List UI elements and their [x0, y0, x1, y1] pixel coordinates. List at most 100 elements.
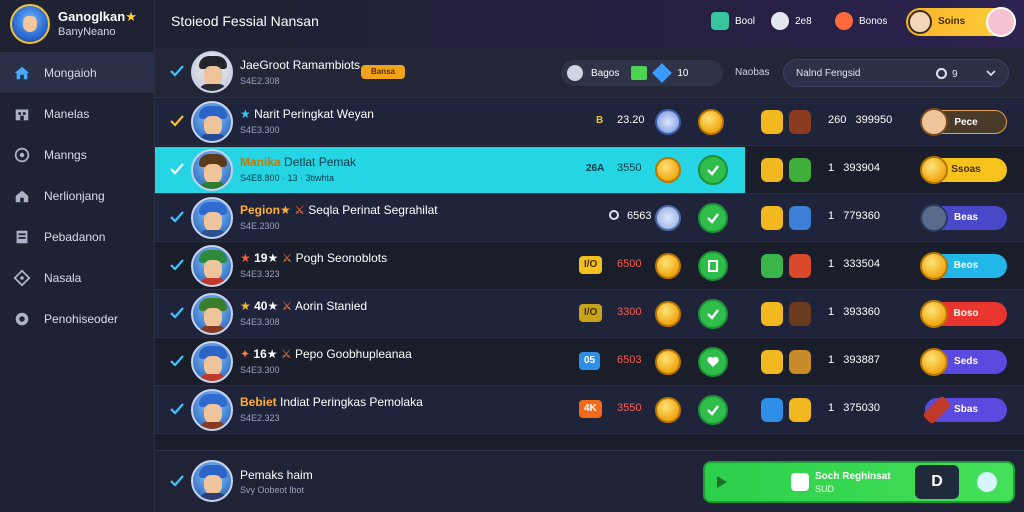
avatar[interactable] [191, 245, 233, 287]
sidebar-item-settings[interactable]: Penohiseoder [0, 298, 155, 339]
cta-action-button[interactable]: D [915, 465, 959, 499]
header-stat-bonus[interactable]: Bonos [835, 12, 887, 30]
checkmark-icon[interactable] [169, 113, 185, 129]
silver-coin-icon [655, 205, 681, 231]
player-sub: S4E3.308 [240, 317, 280, 327]
potion-icon [761, 110, 783, 134]
avatar[interactable] [191, 341, 233, 383]
coin-balance-pill[interactable]: Soins [906, 7, 1016, 37]
table-row[interactable]: ★ Narit Peringkat Weyan S4E3.300 B 23.20… [155, 98, 1024, 146]
play-icon [717, 476, 727, 488]
status-badge: Bansa [361, 65, 405, 79]
player-sub: S4E3.300 [240, 125, 280, 135]
bottom-player-bar: Pemaks haim Svy Oobeot lbot Soch Reghins… [155, 450, 1024, 512]
search-chip[interactable]: Bagos 10 [561, 60, 723, 86]
checkmark-icon[interactable] [169, 209, 185, 225]
coin-icon[interactable] [698, 109, 724, 135]
leaderboard-top-row: JaeGroot Ramambiots S4E2.308 Bansa Bagos… [155, 48, 1024, 98]
player-sub: S4E.2300 [240, 221, 280, 231]
sidebar-item-diamond[interactable]: Nasala [0, 257, 155, 298]
confirm-button[interactable] [698, 203, 728, 233]
coin-icon [920, 156, 948, 184]
avatar[interactable] [191, 460, 233, 502]
confirm-button[interactable] [698, 395, 728, 425]
coin-icon [655, 157, 681, 183]
checkmark-icon[interactable] [169, 353, 185, 369]
header: Stoieod Fessial Nansan Bool 2e8 Bonos So… [155, 0, 1024, 48]
filter-dropdown[interactable]: Nalnd Fengsid 9 [783, 59, 1009, 87]
player-name: Pegion★ ⚔ Seqla Perinat Segrahilat [240, 203, 438, 217]
player-avatar-icon [908, 10, 932, 34]
document-icon [12, 227, 32, 247]
profile-avatar[interactable] [986, 7, 1016, 37]
player-sub: S4E8.800 · 13 · 3tiwhta [240, 173, 335, 183]
sidebar-item-target[interactable]: Manngs [0, 134, 155, 175]
score: 3550 [617, 402, 642, 414]
house-icon [12, 186, 32, 206]
player-name: ★ 19★ ⚔ Pogh Seonoblots [240, 251, 388, 265]
info-icon[interactable] [977, 472, 997, 492]
checkmark-icon[interactable] [169, 161, 185, 177]
points: 1 393904 [828, 162, 881, 174]
player-name: ★ 40★ ⚔ Aorin Stanied [240, 299, 368, 313]
table-row[interactable]: ✦ 16★ ⚔ Pepo Goobhupleanaa S4E3.300 05 6… [155, 338, 1024, 386]
avatar[interactable] [191, 101, 233, 143]
coin-icon [655, 301, 681, 327]
potion-icon [761, 158, 783, 182]
page-title: Stoieod Fessial Nansan [171, 13, 319, 29]
game-logo-icon [10, 4, 50, 44]
table-row[interactable]: ★ 40★ ⚔ Aorin Stanied S4E3.308 I/O 3300 … [155, 290, 1024, 338]
sidebar-item-house[interactable]: Nerlionjang [0, 175, 155, 216]
sidebar-item-label: Pebadanon [44, 229, 106, 244]
coin-icon [655, 349, 681, 375]
item-icon [789, 110, 811, 134]
claim-reward-button[interactable]: Soch Reghinsat SUD D [703, 461, 1015, 503]
score: 6503 [617, 354, 642, 366]
rank-badge: B [596, 115, 604, 126]
cash-icon [631, 66, 648, 80]
checkmark-icon[interactable] [169, 257, 185, 273]
sidebar-item-label: Penohiseoder [44, 311, 119, 326]
confirm-button[interactable] [698, 299, 728, 329]
confirm-button[interactable] [698, 251, 728, 281]
current-player-name: JaeGroot Ramambiots [240, 58, 361, 72]
checkmark-icon[interactable] [169, 401, 185, 417]
avatar[interactable] [191, 293, 233, 335]
confirm-button[interactable] [698, 347, 728, 377]
table-row[interactable]: Bebiet Indiat Peringkas Pemolaka S4E2.32… [155, 386, 1024, 434]
player-name: ✦ 16★ ⚔ Pepo Goobhupleanaa [240, 347, 412, 361]
item-icon [789, 158, 811, 182]
sidebar-item-label: Nerlionjang [44, 188, 105, 203]
sidebar-item-home[interactable]: Mongaioh [0, 52, 155, 93]
confirm-button[interactable] [698, 155, 728, 185]
table-row[interactable]: Pegion★ ⚔ Seqla Perinat Segrahilat S4E.2… [155, 194, 1024, 242]
home-icon [12, 63, 32, 83]
coin-icon [655, 397, 681, 423]
avatar[interactable] [191, 197, 233, 239]
player-sub: S4E2.323 [240, 413, 280, 423]
star-icon: ★ [240, 107, 255, 121]
header-stat-gems[interactable]: Bool [711, 12, 755, 30]
sidebar-item-buildings[interactable]: Manelas [0, 93, 155, 134]
avatar[interactable] [191, 51, 233, 93]
checkmark-icon[interactable] [169, 473, 185, 489]
header-stat-alerts[interactable]: 2e8 [771, 12, 812, 30]
checkmark-icon[interactable] [169, 305, 185, 321]
sidebar-item-document[interactable]: Pebadanon [0, 216, 155, 257]
avatar[interactable] [191, 149, 233, 191]
avatar [920, 204, 948, 232]
rank-badge: 05 [579, 352, 601, 370]
potion-icon [761, 398, 783, 422]
checkmark-icon[interactable] [169, 63, 185, 79]
player-sub: S4E3.300 [240, 365, 280, 375]
points: 1 393360 [828, 306, 881, 318]
item-icon [789, 206, 811, 230]
brand[interactable]: Ganoglkan★ BanyNeano [6, 4, 154, 44]
table-row-highlighted[interactable]: Manika Detlat Pemak S4E8.800 · 13 · 3tiw… [155, 146, 1024, 194]
gear-icon [12, 309, 32, 329]
sidebar-item-label: Mongaioh [44, 65, 97, 80]
table-row[interactable]: ★ 19★ ⚔ Pogh Seonoblots S4E3.323 I/O 650… [155, 242, 1024, 290]
avatar[interactable] [191, 389, 233, 431]
target-icon [12, 145, 32, 165]
item-icon [789, 254, 811, 278]
